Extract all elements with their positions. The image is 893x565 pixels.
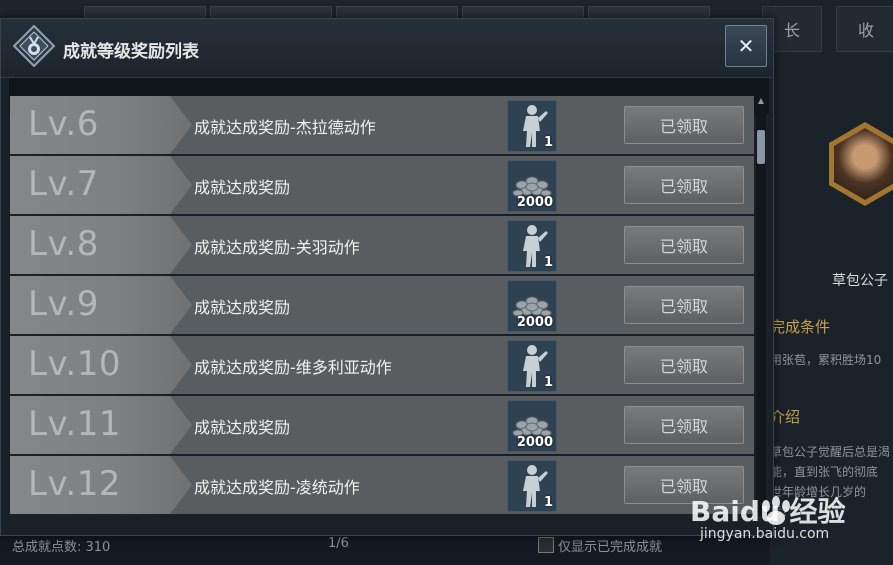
level-label: Lv.11: [28, 404, 121, 444]
reward-row: Lv.9 成就达成奖励 2000 已领取: [10, 276, 754, 334]
hero-name: 草包公子: [832, 273, 888, 289]
item-count: 2000: [516, 315, 553, 330]
claimed-button[interactable]: 已领取: [624, 226, 744, 264]
medal-icon: [13, 25, 55, 67]
emote-pose-icon[interactable]: 1: [507, 220, 557, 272]
emote-pose-icon[interactable]: 1: [507, 100, 557, 152]
watermark-brand: Baidu 经验: [690, 495, 846, 528]
level-label: Lv.12: [28, 464, 121, 504]
item-count: 1: [543, 135, 553, 150]
coin-pile-icon[interactable]: 2000: [507, 400, 557, 452]
intro-title: 介绍: [770, 408, 801, 426]
right-tab-2[interactable]: 收: [836, 6, 893, 52]
hero-avatar: [834, 128, 893, 200]
claimed-button[interactable]: 已领取: [624, 106, 744, 144]
list-scrollbar[interactable]: ▲: [756, 96, 766, 516]
reward-row: Lv.10 成就达成奖励-维多利亚动作 1 已领取: [10, 336, 754, 394]
level-label: Lv.6: [28, 104, 99, 144]
reward-row: Lv.7 成就达成奖励 2000 已领取: [10, 156, 754, 214]
close-button[interactable]: ✕: [725, 25, 767, 67]
scroll-up-arrow-icon[interactable]: ▲: [756, 96, 766, 106]
intro-line: 草包公子觉醒后总是渴: [770, 445, 891, 459]
level-label: Lv.9: [28, 284, 99, 324]
item-count: 1: [543, 495, 553, 510]
claimed-button[interactable]: 已领取: [624, 166, 744, 204]
item-count: 1: [543, 375, 553, 390]
claimed-button[interactable]: 已领取: [624, 406, 744, 444]
scroll-thumb[interactable]: [757, 130, 765, 164]
level-label: Lv.7: [28, 164, 99, 204]
dialog-header: 成就等级奖励列表 ✕: [1, 19, 773, 78]
item-count: 2000: [516, 435, 553, 450]
condition-text: 用张苞，累积胜场10: [770, 353, 882, 367]
reward-row: Lv.6 成就达成奖励-杰拉德动作 1 已领取: [10, 96, 754, 154]
reward-name: 成就达成奖励: [194, 178, 291, 197]
item-count: 1: [543, 255, 553, 270]
intro-line: 能，直到张飞的彻底: [770, 465, 879, 479]
reward-row: Lv.11 成就达成奖励 2000 已领取: [10, 396, 754, 454]
reward-name: 成就达成奖励-关羽动作: [194, 238, 360, 257]
reward-name: 成就达成奖励-杰拉德动作: [194, 118, 376, 137]
reward-name: 成就达成奖励: [194, 298, 291, 317]
level-label: Lv.8: [28, 224, 99, 264]
total-points: 总成就点数: 310: [12, 540, 111, 555]
completed-only-checkbox[interactable]: [538, 537, 554, 553]
reward-list: Lv.6 成就达成奖励-杰拉德动作 1 已领取 Lv.7 成就达成奖励 2000 已领取 Lv.…: [10, 96, 754, 516]
reward-name: 成就达成奖励-凌统动作: [194, 478, 360, 497]
emote-pose-icon[interactable]: 1: [507, 340, 557, 392]
coin-pile-icon[interactable]: 2000: [507, 280, 557, 332]
condition-title: 完成条件: [770, 318, 831, 336]
dialog-title: 成就等级奖励列表: [63, 42, 199, 62]
coin-pile-icon[interactable]: 2000: [507, 160, 557, 212]
level-label: Lv.10: [28, 344, 121, 384]
reward-name: 成就达成奖励: [194, 418, 291, 437]
reward-name: 成就达成奖励-维多利亚动作: [194, 358, 392, 377]
page-indicator: 1/6: [328, 536, 349, 551]
completed-only-label: 仅显示已完成成就: [558, 540, 663, 555]
item-count: 2000: [516, 195, 553, 210]
claimed-button[interactable]: 已领取: [624, 286, 744, 324]
reward-row: Lv.8 成就达成奖励-关羽动作 1 已领取: [10, 216, 754, 274]
watermark-url: jingyan.baidu.com: [700, 526, 830, 542]
reward-row: Lv.12 成就达成奖励-凌统动作 1 已领取: [10, 456, 754, 514]
emote-pose-icon[interactable]: 1: [507, 460, 557, 512]
claimed-button[interactable]: 已领取: [624, 346, 744, 384]
